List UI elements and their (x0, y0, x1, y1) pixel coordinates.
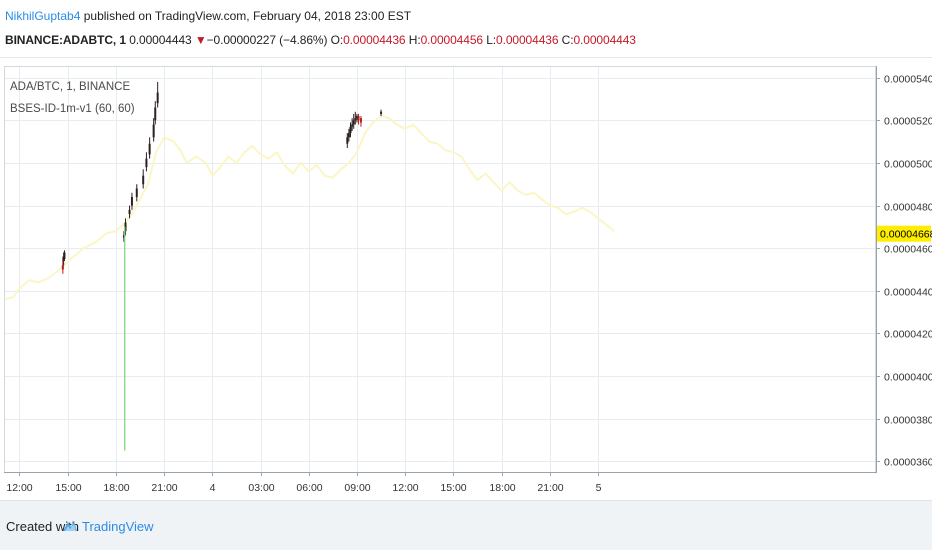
tradingview-brand-link[interactable]: TradingView (82, 519, 154, 534)
plot-frame (4, 66, 876, 473)
candle-body (346, 137, 349, 144)
last-price: 0.00004443 (129, 33, 192, 47)
time-axis[interactable]: 12:00 15:00 18:00 21:00 4 03:00 06:00 09:00 12:0… (6, 472, 602, 494)
legend-symbol: ADA/BTC, 1, BINANCE (10, 81, 130, 93)
ohlc-line: BINANCE:ADABTC, 1 0.00004443 ▼−0.0000022… (5, 33, 636, 47)
low-value: 0.00004436 (496, 33, 559, 47)
price-tick-label: 0.00003600 (884, 457, 932, 469)
chart-header: NikhilGuptab4 published on TradingView.c… (0, 0, 932, 58)
price-tag-label: 0.00004668 (880, 229, 932, 241)
current-price-tag: 0.00004668 (877, 225, 932, 242)
time-tick-label: 03:00 (248, 482, 274, 494)
symbol-label[interactable]: BINANCE:ADABTC, 1 (5, 33, 126, 47)
price-tick-label: 0.00003800 (884, 415, 932, 427)
open-value: 0.00004436 (343, 33, 406, 47)
candle-body (354, 118, 357, 121)
candle-body (142, 175, 145, 185)
price-tick-label: 0.00004400 (884, 287, 932, 299)
time-tick-label: 18:00 (489, 482, 515, 494)
time-tick-label: 21:00 (151, 482, 177, 494)
candle-body (347, 133, 350, 138)
time-tick-label: 5 (596, 482, 602, 494)
time-tick-label: 15:00 (55, 482, 81, 494)
grid (5, 67, 876, 472)
time-tick-label: 06:00 (296, 482, 322, 494)
candle-body (349, 126, 352, 134)
price-tick-label: 0.00004600 (884, 244, 932, 256)
price-change: −0.00000227 (−4.86%) (206, 33, 328, 47)
price-tick-label: 0.00004200 (884, 329, 932, 341)
time-tick-label: 18:00 (103, 482, 129, 494)
candle-body (357, 116, 360, 121)
price-tick-label: 0.00005400 (884, 74, 932, 86)
footer: Created with TradingView (0, 500, 932, 550)
author-link[interactable]: NikhilGuptab4 (5, 9, 80, 23)
price-axis[interactable]: 0.00005400 0.00005200 0.00005000 0.00004800… (876, 74, 932, 469)
time-tick-label: 12:00 (392, 482, 418, 494)
candle-body (351, 124, 354, 127)
close-label: C: (561, 33, 574, 47)
tradingview-logo-icon (63, 521, 77, 531)
time-tick-label: 12:00 (6, 482, 32, 494)
price-chart[interactable]: 0.00005400 0.00005200 0.00005000 0.00004800… (0, 58, 932, 500)
price-tick-label: 0.00005200 (884, 116, 932, 128)
change-arrow-icon: ▼ (194, 33, 207, 47)
candle-body (352, 120, 355, 125)
published-text: published on TradingView.com, February 0… (83, 9, 412, 23)
candle-body (145, 158, 148, 168)
time-tick-label: 15:00 (440, 482, 466, 494)
candle-body (154, 107, 157, 121)
high-label: H: (408, 33, 421, 47)
candle-body (128, 209, 131, 215)
candle-body (135, 188, 138, 198)
legend-indicator[interactable]: BSES-ID-1m-v1 (60, 60) (10, 103, 135, 115)
candle-body (156, 92, 159, 104)
candle-body (61, 265, 64, 270)
candle-body (130, 197, 133, 206)
close-value: 0.00004443 (573, 33, 636, 47)
candle-body (152, 124, 155, 138)
high-value: 0.00004456 (420, 33, 484, 47)
time-tick-label: 4 (210, 482, 216, 494)
price-tick-label: 0.00004800 (884, 202, 932, 214)
time-tick-label: 09:00 (344, 482, 370, 494)
published-line: NikhilGuptab4 published on TradingView.c… (5, 9, 411, 23)
time-tick-label: 21:00 (537, 482, 563, 494)
candle-body (380, 111, 383, 114)
candle-body (63, 252, 66, 259)
price-tick-label: 0.00004000 (884, 372, 932, 384)
open-label: O: (330, 33, 344, 47)
candle-body (359, 118, 362, 123)
low-label: L: (486, 33, 497, 47)
candle-body (148, 143, 151, 155)
price-tick-label: 0.00005000 (884, 159, 932, 171)
